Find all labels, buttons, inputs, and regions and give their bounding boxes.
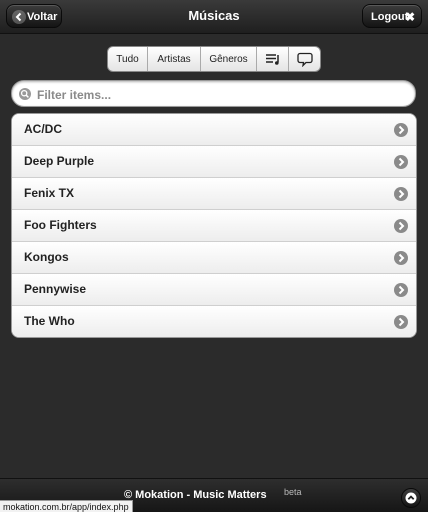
- search-bar: [11, 80, 416, 107]
- footer-text: © Mokation - Music Matters: [124, 489, 267, 501]
- filter-input[interactable]: [35, 85, 409, 105]
- close-icon: ✖: [404, 10, 415, 24]
- list-item-label: Deep Purple: [24, 154, 95, 168]
- list-item-label: Pennywise: [24, 282, 87, 296]
- chevron-right-icon: [394, 187, 408, 201]
- list-item[interactable]: Deep Purple: [12, 146, 416, 178]
- logout-button[interactable]: Logout ✖: [362, 4, 422, 28]
- list-item-label: Foo Fighters: [24, 218, 97, 232]
- chevron-right-icon: [394, 283, 408, 297]
- list-item-label: Kongos: [24, 250, 69, 264]
- search-icon: [19, 88, 31, 100]
- list-item[interactable]: Foo Fighters: [12, 210, 416, 242]
- tab-artistas[interactable]: Artistas: [148, 47, 201, 71]
- chevron-right-icon: [394, 123, 408, 137]
- tab-generos[interactable]: Gêneros: [201, 47, 257, 71]
- list-item[interactable]: Pennywise: [12, 274, 416, 306]
- tab-playlist[interactable]: [257, 47, 289, 71]
- scroll-top-button[interactable]: [401, 488, 421, 508]
- chevron-right-icon: [394, 251, 408, 265]
- logout-button-label: Logout: [371, 11, 409, 23]
- beta-badge: beta: [284, 487, 302, 497]
- list-item[interactable]: The Who: [12, 306, 416, 337]
- list-item[interactable]: AC/DC: [12, 114, 416, 146]
- chevron-right-icon: [394, 219, 408, 233]
- chevron-right-icon: [394, 315, 408, 329]
- list-item[interactable]: Kongos: [12, 242, 416, 274]
- header-bar: Voltar Músicas Logout ✖: [0, 0, 428, 34]
- tab-chat[interactable]: [289, 47, 320, 71]
- status-url: mokation.com.br/app/index.php: [0, 500, 133, 512]
- list-item-label: The Who: [24, 314, 75, 328]
- tab-tudo[interactable]: Tudo: [108, 47, 148, 71]
- chevron-up-icon: [405, 492, 417, 504]
- list-item-label: Fenix TX: [24, 186, 75, 200]
- chevron-right-icon: [394, 155, 408, 169]
- list-item-label: AC/DC: [24, 122, 62, 136]
- chat-bubble-icon: [296, 52, 313, 67]
- playlist-icon: [265, 54, 279, 65]
- list-item[interactable]: Fenix TX: [12, 178, 416, 210]
- segmented-tabs: Tudo Artistas Gêneros: [107, 46, 321, 72]
- artist-list: AC/DC Deep Purple Fenix TX Foo Fighters …: [11, 113, 417, 338]
